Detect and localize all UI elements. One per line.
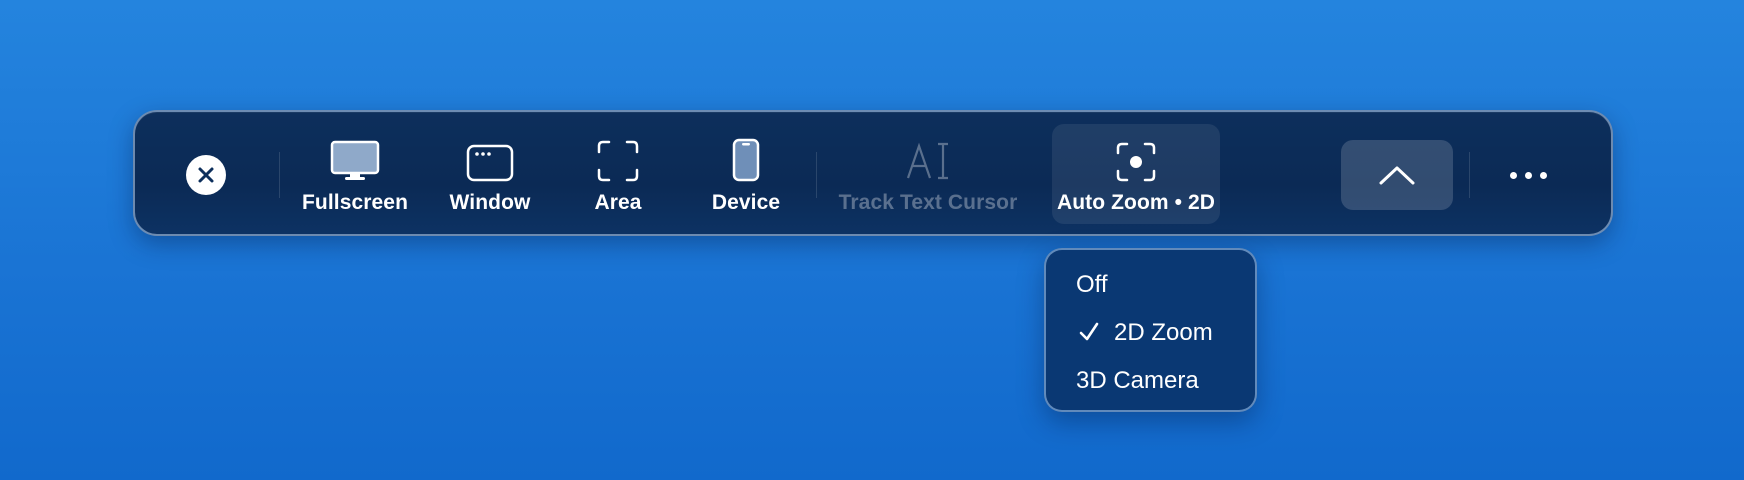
toolbar-divider [279,152,280,198]
area-label: Area [594,191,642,214]
menu-item-off[interactable]: Off [1046,263,1255,307]
device-button[interactable]: Device [686,124,806,224]
area-button[interactable]: Area [558,124,678,224]
area-selection-icon [597,140,639,182]
auto-zoom-button[interactable]: Auto Zoom • 2D [1052,124,1220,224]
menu-item-label: 2D Zoom [1114,319,1213,346]
focus-target-icon [1116,142,1156,182]
more-options-button[interactable] [1495,140,1561,210]
close-button[interactable] [186,155,226,195]
collapse-button[interactable] [1341,140,1453,210]
chevron-up-icon [1379,166,1415,185]
menu-item-2d-zoom[interactable]: 2D Zoom [1046,311,1255,355]
track-text-cursor-label: Track Text Cursor [838,191,1018,214]
fullscreen-label: Fullscreen [301,191,409,214]
menu-item-label: Off [1076,271,1108,298]
track-text-cursor-button[interactable]: Track Text Cursor [828,124,1028,224]
toolbar-divider [1469,152,1470,198]
monitor-icon [330,140,380,180]
window-icon [466,144,514,182]
ellipsis-icon [1509,171,1547,179]
phone-icon [732,138,760,182]
menu-item-label: 3D Camera [1076,367,1199,394]
menu-item-3d-camera[interactable]: 3D Camera [1046,359,1255,403]
toolbar-divider [816,152,817,198]
device-label: Device [711,191,781,214]
recording-toolbar: Fullscreen Window Area Device Track Text… [133,110,1613,236]
window-button[interactable]: Window [430,124,550,224]
checkmark-icon [1079,322,1099,341]
text-cursor-icon [906,142,948,180]
auto-zoom-label: Auto Zoom • 2D [1056,191,1216,214]
fullscreen-button[interactable]: Fullscreen [295,124,415,224]
close-icon [198,167,214,183]
window-label: Window [449,191,531,214]
auto-zoom-menu: Off 2D Zoom 3D Camera [1044,248,1257,412]
